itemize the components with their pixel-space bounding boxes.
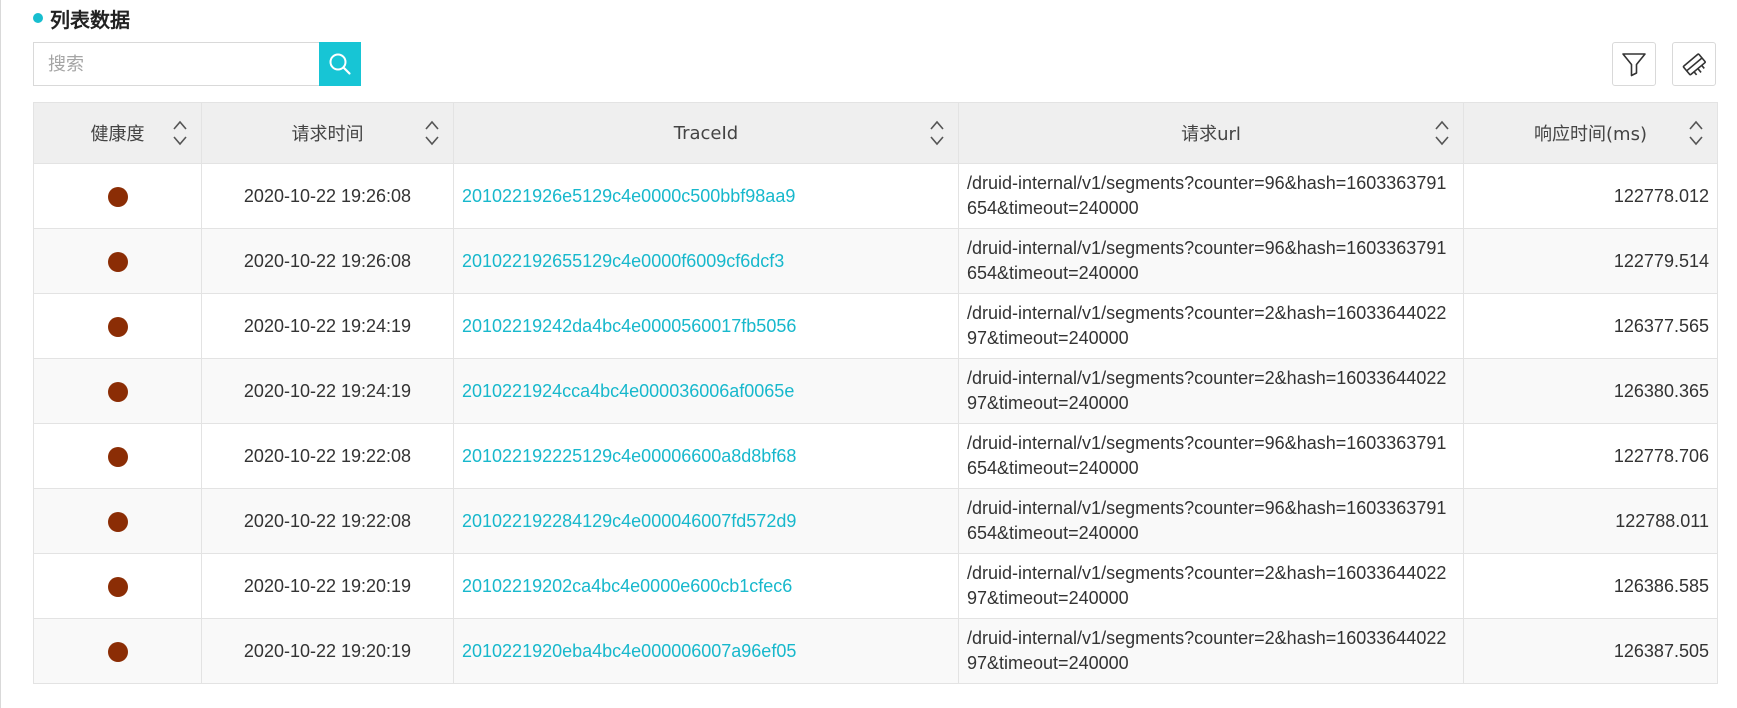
health-cell [33,488,202,554]
time-cell: 2020-10-22 19:22:08 [201,488,454,554]
section-header: 列表数据 [33,4,130,32]
health-status-dot [107,576,128,597]
trace-cell: 201022192655129c4e0000f6009cf6dcf3 [453,228,959,294]
clear-filter-icon [1682,53,1706,76]
health-status-dot [107,186,128,207]
response-time-cell: 126377.565 [1463,293,1718,359]
page-left-border [0,0,1,708]
time-cell: 2020-10-22 19:24:19 [201,293,454,359]
url-cell: /druid-internal/v1/segments?counter=96&h… [958,228,1464,294]
sort-icon[interactable] [1435,119,1449,147]
health-status-dot [107,381,128,402]
health-cell [33,293,202,359]
sort-icon[interactable] [1689,119,1703,147]
sort-icon[interactable] [425,119,439,147]
trace-id-link[interactable]: 20102219202ca4bc4e0000e600cb1cfec6 [462,576,792,596]
url-cell: /druid-internal/v1/segments?counter=96&h… [958,163,1464,229]
table-row: 2020-10-22 19:20:19 20102219202ca4bc4e00… [33,553,1718,619]
response-time-cell: 122778.706 [1463,423,1718,489]
table-row: 2020-10-22 19:26:08 201022192655129c4e00… [33,228,1718,294]
column-header-trace-id[interactable]: TraceId [453,102,959,164]
trace-cell: 20102219242da4bc4e0000560017fb5056 [453,293,959,359]
column-header-response-time[interactable]: 响应时间(ms) [1463,102,1718,164]
url-cell: /druid-internal/v1/segments?counter=2&ha… [958,553,1464,619]
health-cell [33,228,202,294]
clear-filter-button[interactable] [1672,42,1716,86]
url-cell: /druid-internal/v1/segments?counter=96&h… [958,423,1464,489]
trace-id-link[interactable]: 2010221926e5129c4e0000c500bbf98aa9 [462,186,795,206]
table-row: 2020-10-22 19:24:19 2010221924cca4bc4e00… [33,358,1718,424]
health-cell [33,423,202,489]
search-input[interactable] [33,42,319,86]
data-table: 健康度 请求时间 TraceId 请求url 响应时间(ms) 2020-10-… [33,102,1718,684]
trace-id-link[interactable]: 201022192225129c4e00006600a8d8bf68 [462,446,796,466]
time-cell: 2020-10-22 19:24:19 [201,358,454,424]
time-cell: 2020-10-22 19:26:08 [201,163,454,229]
response-time-cell: 122779.514 [1463,228,1718,294]
url-cell: /druid-internal/v1/segments?counter=2&ha… [958,618,1464,684]
table-row: 2020-10-22 19:22:08 201022192225129c4e00… [33,423,1718,489]
trace-cell: 201022192284129c4e000046007fd572d9 [453,488,959,554]
sort-icon[interactable] [173,119,187,147]
search-button[interactable] [319,42,361,86]
trace-cell: 20102219202ca4bc4e0000e600cb1cfec6 [453,553,959,619]
trace-cell: 2010221924cca4bc4e000036006af0065e [453,358,959,424]
trace-id-link[interactable]: 20102219242da4bc4e0000560017fb5056 [462,316,796,336]
table-row: 2020-10-22 19:24:19 20102219242da4bc4e00… [33,293,1718,359]
url-cell: /druid-internal/v1/segments?counter=96&h… [958,488,1464,554]
response-time-cell: 122778.012 [1463,163,1718,229]
table-row: 2020-10-22 19:26:08 2010221926e5129c4e00… [33,163,1718,229]
sort-icon[interactable] [930,119,944,147]
section-title: 列表数据 [50,7,130,32]
column-label: 请求url [1181,124,1241,145]
trace-id-link[interactable]: 2010221920eba4bc4e000006007a96ef05 [462,641,796,661]
trace-cell: 2010221926e5129c4e0000c500bbf98aa9 [453,163,959,229]
table-header-row: 健康度 请求时间 TraceId 请求url 响应时间(ms) [33,102,1718,164]
response-time-cell: 126387.505 [1463,618,1718,684]
trace-id-link[interactable]: 201022192284129c4e000046007fd572d9 [462,511,796,531]
response-time-cell: 126380.365 [1463,358,1718,424]
table-row: 2020-10-22 19:22:08 201022192284129c4e00… [33,488,1718,554]
trace-cell: 201022192225129c4e00006600a8d8bf68 [453,423,959,489]
table-row: 2020-10-22 19:20:19 2010221920eba4bc4e00… [33,618,1718,684]
time-cell: 2020-10-22 19:20:19 [201,553,454,619]
health-cell [33,358,202,424]
search-bar [33,42,361,86]
filter-button[interactable] [1612,42,1656,86]
column-label: TraceId [673,122,739,144]
health-status-dot [107,446,128,467]
column-header-health[interactable]: 健康度 [33,102,202,164]
response-time-cell: 126386.585 [1463,553,1718,619]
health-status-dot [107,251,128,272]
column-label: 请求时间 [291,124,364,145]
response-time-cell: 122788.011 [1463,488,1718,554]
column-header-request-time[interactable]: 请求时间 [201,102,454,164]
health-status-dot [107,316,128,337]
trace-id-link[interactable]: 2010221924cca4bc4e000036006af0065e [462,381,794,401]
url-cell: /druid-internal/v1/segments?counter=2&ha… [958,293,1464,359]
time-cell: 2020-10-22 19:26:08 [201,228,454,294]
column-label: 响应时间(ms) [1534,124,1647,145]
health-status-dot [107,641,128,662]
health-cell [33,553,202,619]
health-status-dot [107,511,128,532]
search-icon [329,53,351,75]
title-bullet-icon [33,13,43,23]
trace-id-link[interactable]: 201022192655129c4e0000f6009cf6dcf3 [462,251,784,271]
url-cell: /druid-internal/v1/segments?counter=2&ha… [958,358,1464,424]
column-header-request-url[interactable]: 请求url [958,102,1464,164]
health-cell [33,618,202,684]
filter-icon [1622,53,1646,77]
time-cell: 2020-10-22 19:22:08 [201,423,454,489]
trace-cell: 2010221920eba4bc4e000006007a96ef05 [453,618,959,684]
time-cell: 2020-10-22 19:20:19 [201,618,454,684]
health-cell [33,163,202,229]
